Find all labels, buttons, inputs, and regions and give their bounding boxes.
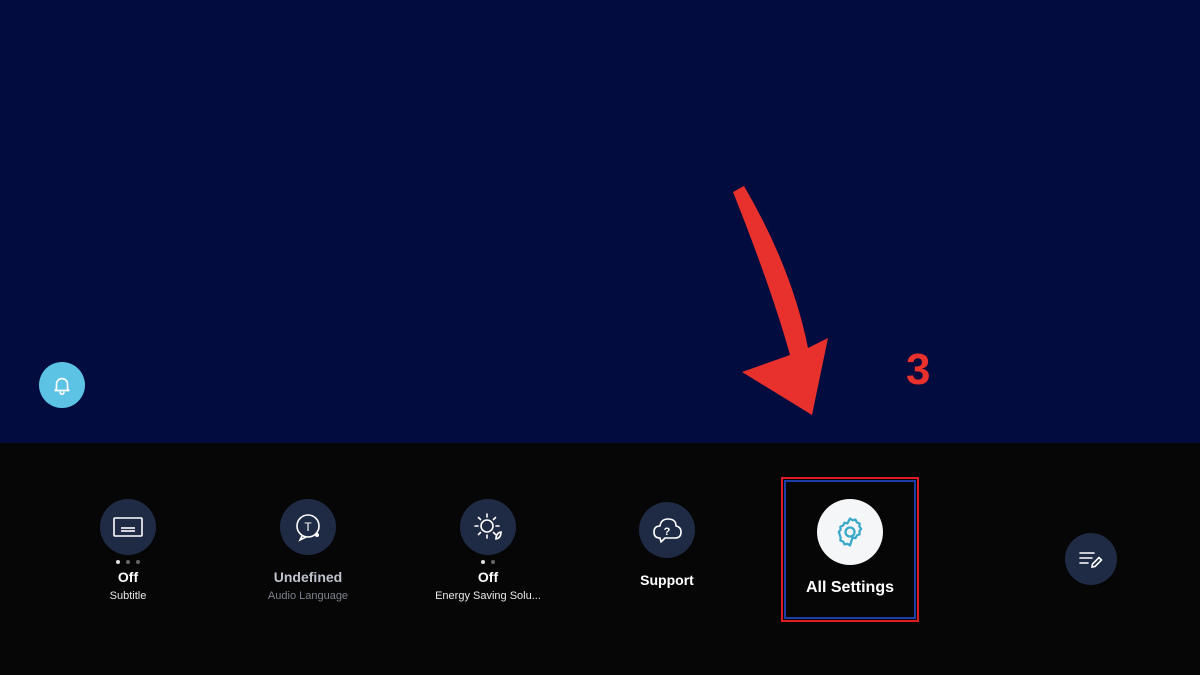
subtitle-item[interactable]: Off Subtitle: [38, 499, 218, 602]
subtitle-button[interactable]: [100, 499, 156, 555]
gear-icon: [837, 517, 863, 547]
subtitle-value: Off: [117, 569, 139, 585]
subtitle-icon: [113, 517, 143, 537]
edit-list-icon: [1079, 552, 1103, 568]
all-settings-item[interactable]: All Settings: [781, 477, 919, 622]
energy-saving-value: Off: [477, 569, 499, 585]
audio-language-item[interactable]: T Undefined Audio Language: [218, 499, 398, 602]
support-icon: ?: [653, 518, 682, 543]
all-settings-label: All Settings: [805, 579, 894, 596]
subtitle-label: Subtitle: [109, 590, 147, 602]
support-label: Support: [640, 572, 694, 588]
svg-text:?: ?: [664, 526, 671, 538]
audio-language-icon: T: [296, 514, 320, 542]
audio-language-value: Undefined: [273, 569, 343, 585]
page-dots: [398, 557, 578, 567]
support-button[interactable]: ?: [639, 502, 695, 558]
energy-saving-button[interactable]: [460, 499, 516, 555]
audio-language-button[interactable]: T: [280, 499, 336, 555]
support-item[interactable]: ? Support: [577, 502, 757, 588]
energy-saving-label: Energy Saving Solu...: [435, 590, 541, 602]
step-number: 3: [906, 345, 931, 394]
all-settings-button[interactable]: [817, 499, 883, 565]
energy-saving-icon: [474, 513, 502, 540]
svg-text:T: T: [304, 520, 312, 534]
energy-saving-item[interactable]: Off Energy Saving Solu...: [398, 499, 578, 602]
edit-list-button[interactable]: [1065, 533, 1117, 585]
audio-language-label: Audio Language: [267, 590, 349, 602]
page-dots: [38, 557, 218, 567]
